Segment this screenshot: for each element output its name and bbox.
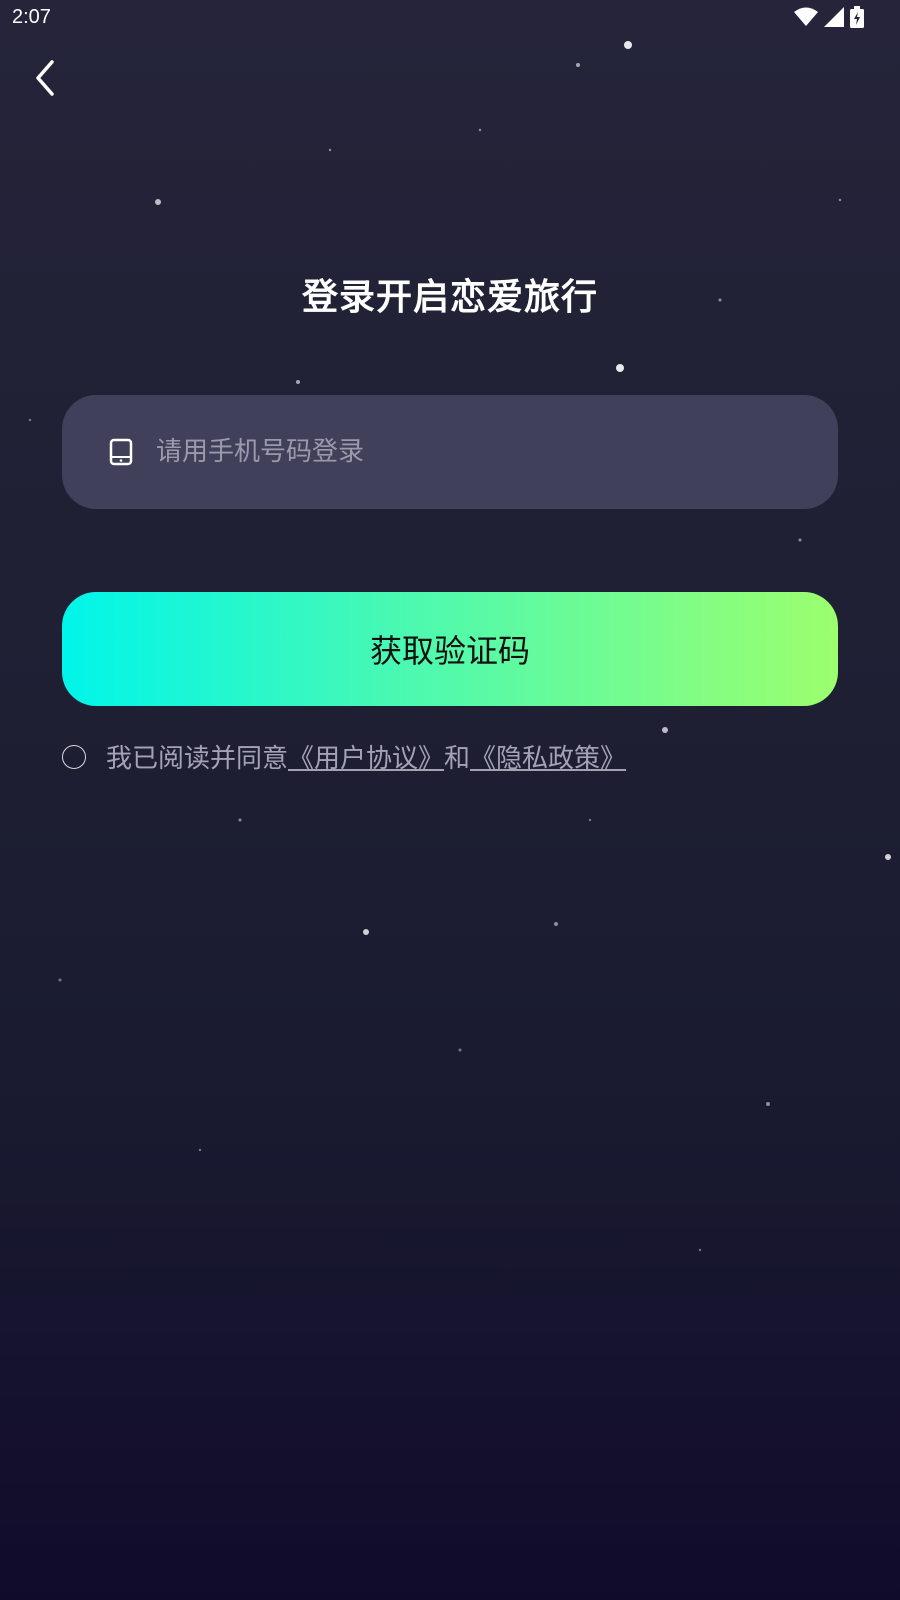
user-agreement-link[interactable]: 《用户协议》 xyxy=(288,738,444,775)
status-time: 2:07 xyxy=(12,6,51,28)
status-bar: 2:07 xyxy=(0,0,900,36)
chevron-left-icon xyxy=(32,58,60,102)
status-icons xyxy=(794,6,864,32)
privacy-policy-link[interactable]: 《隐私政策》 xyxy=(470,738,626,775)
agreement-prefix: 我已阅读并同意 xyxy=(106,744,289,774)
battery-charging-icon xyxy=(850,6,864,32)
agreement-row: 我已阅读并同意 《用户协议》 和 《隐私政策》 xyxy=(62,738,626,775)
agree-radio[interactable] xyxy=(62,744,86,769)
back-button[interactable] xyxy=(22,56,70,104)
wifi-icon xyxy=(794,7,818,31)
phone-icon xyxy=(106,437,136,467)
signal-icon xyxy=(824,7,844,31)
agreement-conjunction: 和 xyxy=(444,744,471,774)
get-code-button[interactable]: 获取验证码 xyxy=(62,592,838,706)
phone-input[interactable] xyxy=(154,421,838,483)
page-title: 登录开启恋爱旅行 xyxy=(301,277,598,318)
phone-field[interactable] xyxy=(62,395,838,509)
starfield-background xyxy=(28,41,891,1252)
